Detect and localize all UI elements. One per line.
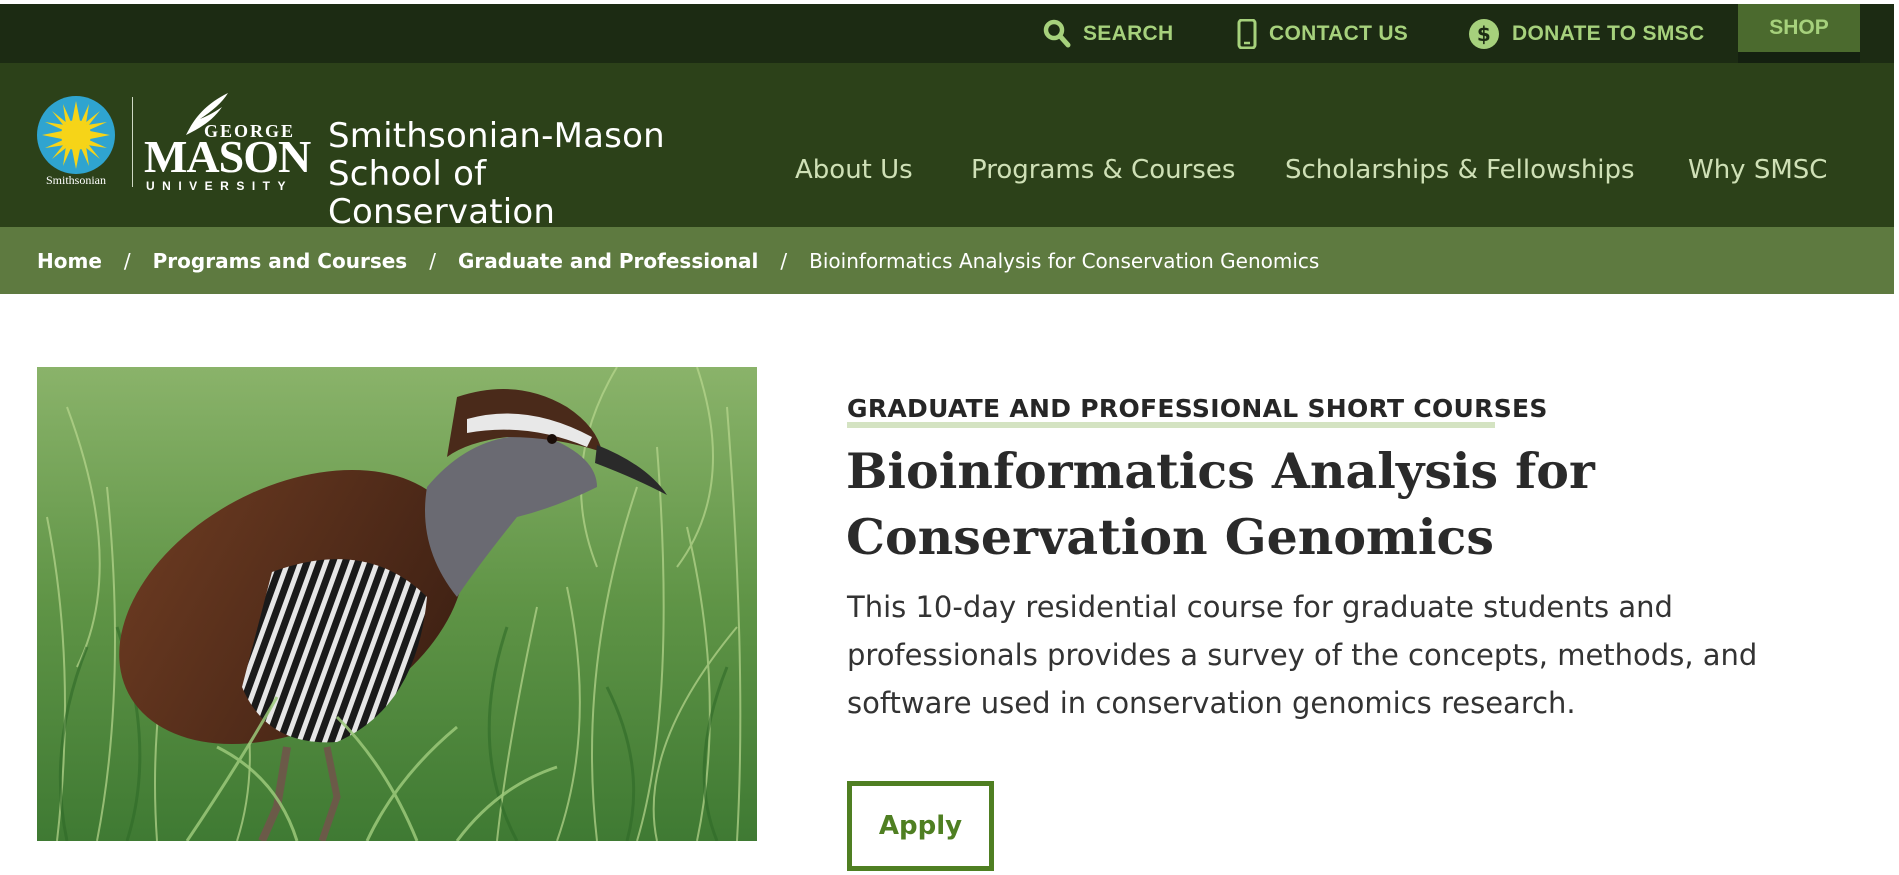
search-icon xyxy=(1043,19,1071,49)
contact-us-label: CONTACT US xyxy=(1269,21,1409,45)
nav-item-programs-courses[interactable]: Programs & Courses xyxy=(971,155,1235,185)
breadcrumb-current-page: Bioinformatics Analysis for Conservation… xyxy=(809,248,1320,273)
site-name: Smithsonian-Mason School of Conservation xyxy=(328,117,686,231)
apply-button[interactable]: Apply xyxy=(847,781,994,871)
breadcrumb-programs-and-courses[interactable]: Programs and Courses xyxy=(153,249,408,273)
eyebrow-underline xyxy=(847,422,1495,428)
smithsonian-sun-icon xyxy=(36,95,116,180)
course-image xyxy=(37,367,757,841)
course-category-eyebrow: GRADUATE AND PROFESSIONAL SHORT COURSES xyxy=(847,394,1548,423)
gmu-university-text: UNIVERSITY xyxy=(146,179,294,193)
search-label: SEARCH xyxy=(1083,21,1174,45)
site-name-line2: School of Conservation xyxy=(328,154,556,232)
breadcrumb-separator: / xyxy=(780,248,788,273)
smithsonian-wordmark: Smithsonian xyxy=(45,173,106,187)
breadcrumb-graduate-and-professional[interactable]: Graduate and Professional xyxy=(458,249,758,273)
nav-item-scholarships-fellowships[interactable]: Scholarships & Fellowships xyxy=(1285,155,1635,185)
nav-item-why-smsc[interactable]: Why SMSC xyxy=(1688,155,1827,185)
site-name-line1: Smithsonian-Mason xyxy=(328,116,665,156)
shop-button-shadow xyxy=(1738,52,1860,63)
george-mason-logo: GEORGE MASON UNIVERSITY xyxy=(144,91,311,193)
main-header: Smithsonian GEORGE MASON UNIVERSITY Smit… xyxy=(0,63,1894,231)
breadcrumb-home[interactable]: Home xyxy=(37,249,102,273)
phone-icon xyxy=(1237,18,1257,49)
donate-label: DONATE TO SMSC xyxy=(1512,21,1705,45)
utility-bar: SEARCH CONTACT US $ DONATE TO SMSC SHOP xyxy=(0,4,1894,63)
shop-button[interactable]: SHOP xyxy=(1738,4,1860,52)
nav-item-about-us[interactable]: About Us xyxy=(795,155,913,185)
gmu-mason-text: MASON xyxy=(144,131,311,182)
contact-us-link[interactable]: CONTACT US xyxy=(1237,4,1408,63)
breadcrumb: Home / Programs and Courses / Graduate a… xyxy=(0,227,1894,294)
logo-divider xyxy=(132,97,133,187)
page-title: Bioinformatics Analysis for Conservation… xyxy=(846,442,1595,566)
rail-bird-in-grass-image xyxy=(37,367,757,841)
site-logo[interactable]: Smithsonian GEORGE MASON UNIVERSITY Smit… xyxy=(36,91,686,231)
dollar-circle-icon: $ xyxy=(1468,18,1500,50)
course-summary: This 10-day residential course for gradu… xyxy=(847,590,1758,720)
svg-text:$: $ xyxy=(1477,22,1491,46)
donate-link[interactable]: $ DONATE TO SMSC xyxy=(1468,4,1704,63)
breadcrumb-separator: / xyxy=(123,248,131,273)
breadcrumb-separator: / xyxy=(429,248,436,273)
search-link[interactable]: SEARCH xyxy=(1043,4,1173,63)
